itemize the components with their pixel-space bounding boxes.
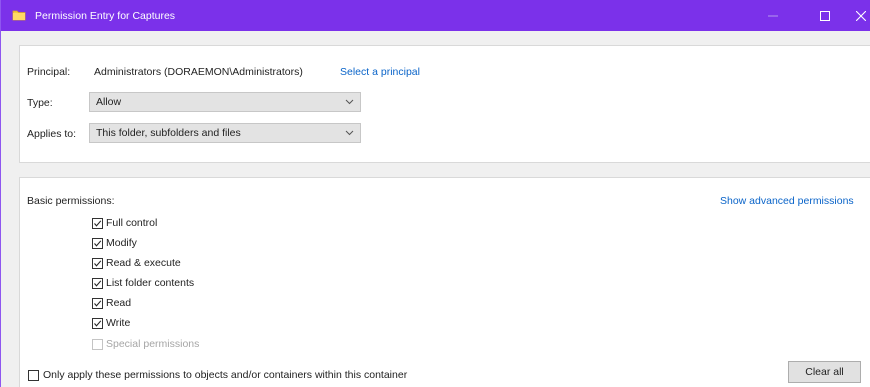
type-dropdown[interactable]: Allow (89, 92, 361, 112)
permission-label: Read (106, 296, 132, 309)
minimize-button[interactable] (753, 0, 793, 31)
permission-label: List folder contents (106, 276, 195, 289)
checkbox-write[interactable] (92, 317, 103, 329)
type-selected-value: Allow (96, 96, 122, 108)
principal-label: Principal: (27, 66, 71, 78)
checkbox-read[interactable] (92, 297, 103, 309)
permission-special: Special permissions (92, 337, 199, 351)
checkbox-modify[interactable] (92, 237, 103, 249)
permission-list-folder-contents[interactable]: List folder contents (92, 276, 194, 290)
checkbox-read-execute[interactable] (92, 257, 103, 269)
permission-read-execute[interactable]: Read & execute (92, 256, 181, 270)
checkbox-only-apply[interactable] (28, 369, 39, 381)
select-principal-link[interactable]: Select a principal (340, 66, 420, 79)
basic-permissions-heading: Basic permissions: (27, 195, 115, 207)
permission-label: Full control (106, 216, 158, 229)
window-title: Permission Entry for Captures (35, 10, 176, 22)
title-bar[interactable]: Permission Entry for Captures (1, 0, 870, 31)
checkmark-icon (94, 319, 102, 327)
chevron-down-icon (345, 99, 354, 105)
clear-all-button[interactable]: Clear all (788, 361, 861, 383)
applies-to-selected-value: This folder, subfolders and files (96, 127, 241, 139)
checkbox-special-permissions (92, 338, 103, 350)
chevron-down-icon (345, 130, 354, 136)
checkmark-icon (94, 259, 102, 267)
permission-full-control[interactable]: Full control (92, 216, 157, 230)
checkbox-full-control[interactable] (92, 217, 103, 229)
checkmark-icon (94, 239, 102, 247)
permission-label: Read & execute (106, 256, 181, 269)
checkmark-icon (94, 279, 102, 287)
permission-entry-window: Permission Entry for Captures Principal:… (0, 0, 870, 387)
checkmark-icon (94, 299, 102, 307)
permission-modify[interactable]: Modify (92, 236, 137, 250)
maximize-icon (820, 10, 830, 21)
only-apply-option[interactable]: Only apply these permissions to objects … (28, 368, 407, 382)
close-button[interactable] (841, 0, 870, 31)
permission-label: Special permissions (106, 337, 200, 350)
checkbox-list-folder-contents[interactable] (92, 277, 103, 289)
permission-read[interactable]: Read (92, 296, 131, 310)
close-icon (856, 10, 866, 21)
principal-panel: Principal: Administrators (DORAEMON\Admi… (19, 45, 870, 163)
maximize-button[interactable] (805, 0, 845, 31)
permission-label: Modify (106, 236, 137, 249)
show-advanced-permissions-link[interactable]: Show advanced permissions (720, 195, 854, 208)
permission-label: Write (106, 316, 131, 329)
type-label: Type: (27, 97, 53, 109)
permission-write[interactable]: Write (92, 316, 130, 330)
folder-icon (12, 8, 26, 22)
applies-to-label: Applies to: (27, 128, 77, 140)
checkmark-icon (94, 219, 102, 227)
principal-value: Administrators (DORAEMON\Administrators) (94, 66, 303, 78)
applies-to-dropdown[interactable]: This folder, subfolders and files (89, 123, 361, 143)
only-apply-label: Only apply these permissions to objects … (43, 368, 408, 381)
minimize-icon (768, 15, 778, 16)
